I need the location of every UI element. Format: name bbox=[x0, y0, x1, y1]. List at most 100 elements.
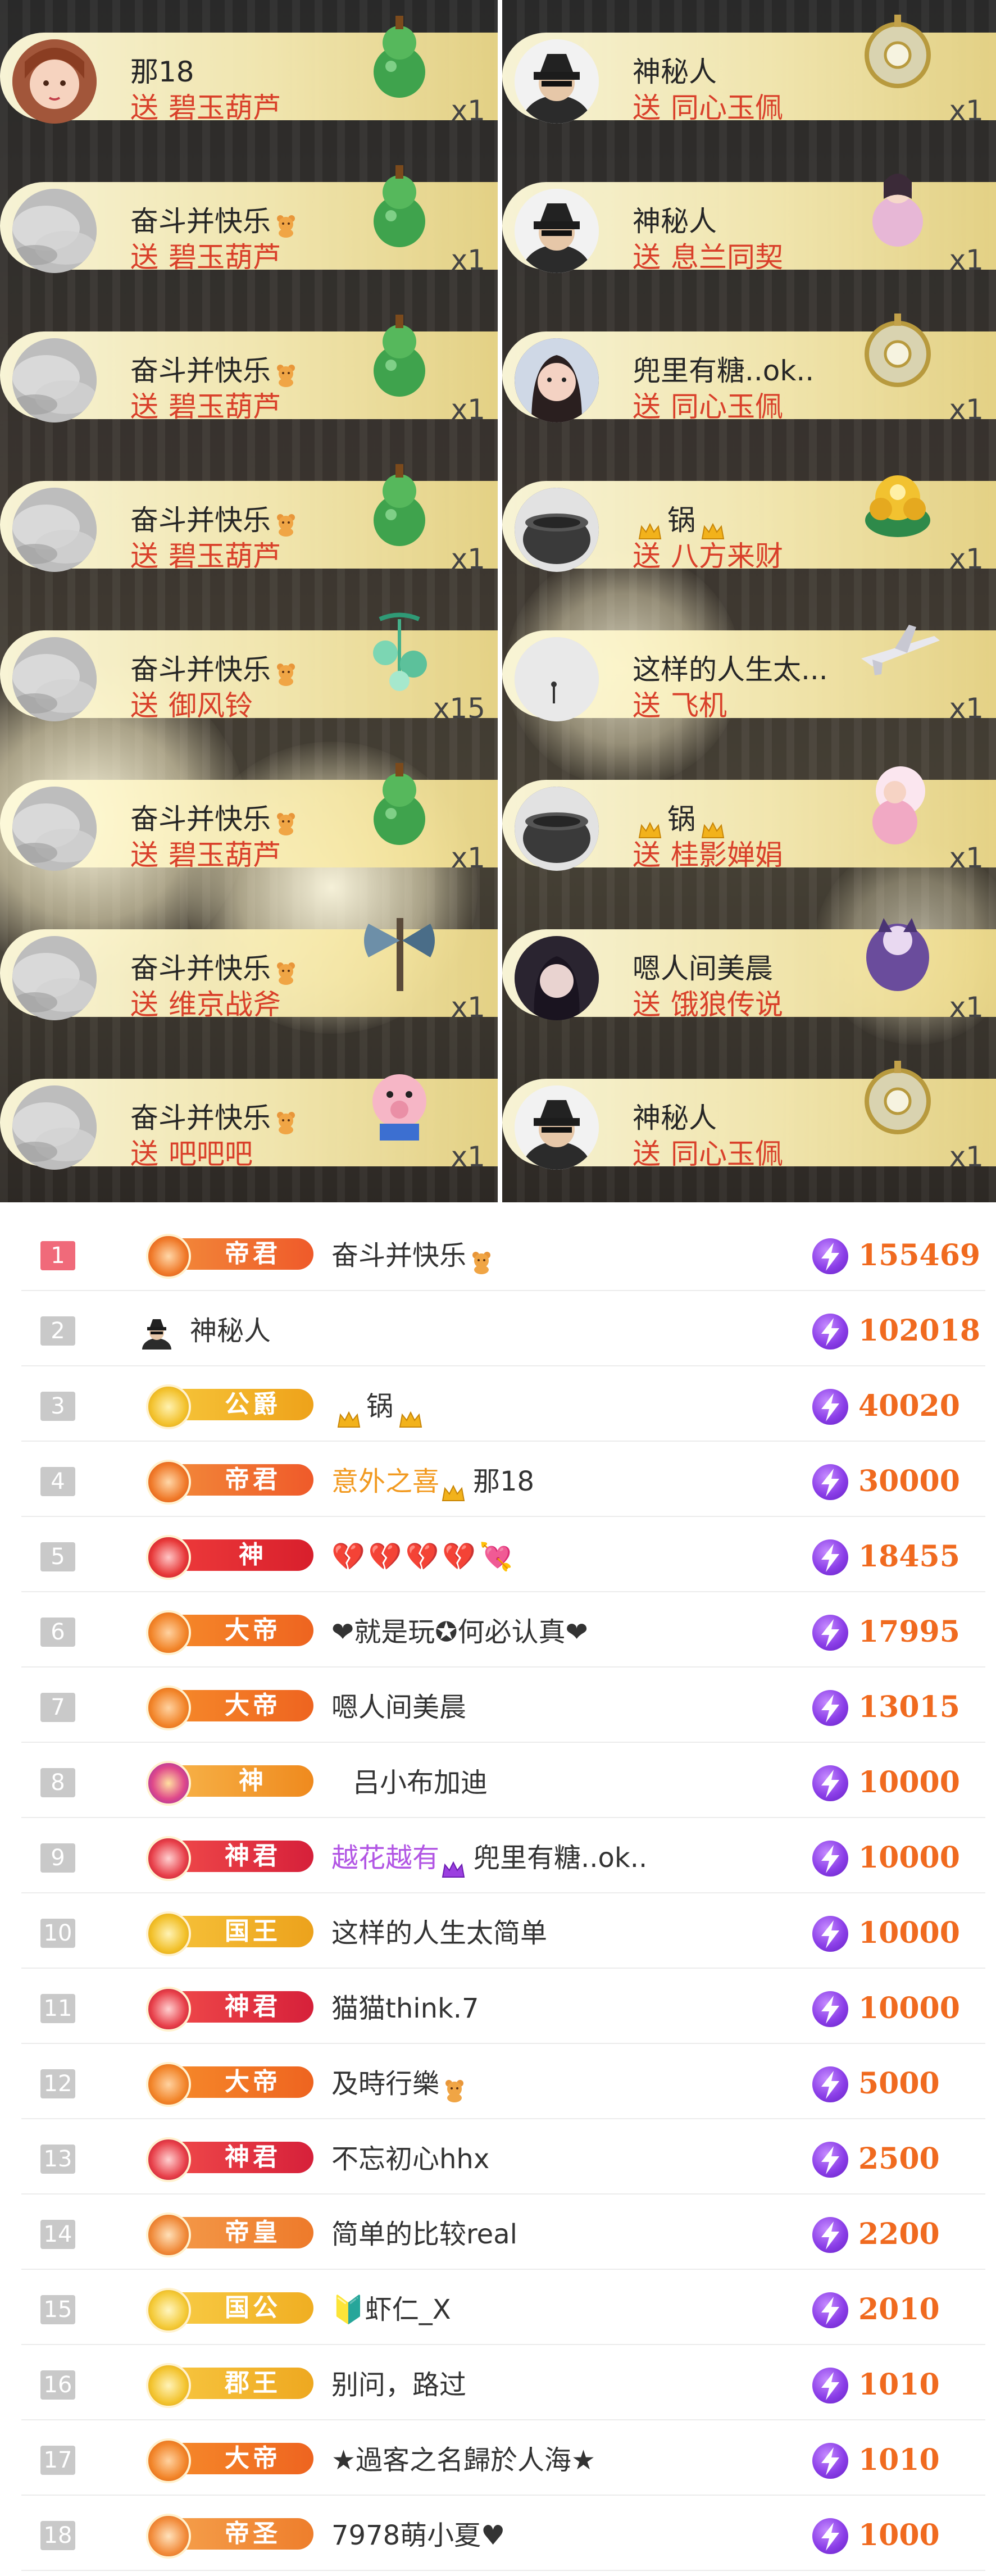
leaderboard-row[interactable]: 4 帝君 意外之喜 那18 30000 bbox=[21, 1441, 985, 1517]
user-name[interactable]: ★過客之名歸於人海★ bbox=[331, 2441, 595, 2480]
gift-count: x1 bbox=[451, 991, 485, 1024]
contribution-score: 2500 bbox=[858, 2142, 940, 2176]
gift-sender-name[interactable]: 兜里有糖..ok.. bbox=[633, 348, 814, 389]
user-name[interactable]: 不忘初心hhx bbox=[331, 2139, 489, 2179]
user-name[interactable]: 🔰虾仁_X bbox=[331, 2290, 451, 2329]
gift-sender-name[interactable]: 嗯人间美晨 bbox=[633, 946, 773, 987]
user-name[interactable]: 这样的人生太简单 bbox=[331, 1914, 547, 1953]
gift-action-line: 送碧玉葫芦 bbox=[130, 534, 281, 574]
user-avatar[interactable] bbox=[12, 39, 97, 124]
crown-icon bbox=[638, 514, 662, 539]
gift-name: 吧吧吧 bbox=[169, 1138, 253, 1170]
user-name[interactable]: 💔💔💔💔💘 bbox=[331, 1537, 516, 1577]
gift-message: 那18 送碧玉葫芦 x1 bbox=[0, 10, 498, 127]
lightning-coin-icon bbox=[812, 1389, 848, 1425]
user-avatar[interactable] bbox=[515, 936, 599, 1020]
user-name[interactable]: 越花越有 兜里有糖..ok.. bbox=[331, 1838, 647, 1878]
gold-treasure-icon bbox=[856, 458, 940, 548]
gift-sender-name[interactable]: 奋斗并快乐 bbox=[130, 647, 297, 688]
contribution-score: 1010 bbox=[858, 2368, 940, 2402]
gift-sender-name[interactable]: 奋斗并快乐 bbox=[130, 1096, 297, 1136]
rank-title-label: 神君 bbox=[225, 2143, 281, 2171]
rank-title-label: 帝君 bbox=[225, 1465, 281, 1494]
medal-icon bbox=[146, 1761, 191, 1806]
leaderboard-row[interactable]: 11 神君 猫猫think.7 10000 bbox=[21, 1968, 985, 2044]
user-name[interactable]: 及時行樂 bbox=[331, 2064, 465, 2103]
lightning-coin-icon bbox=[812, 1464, 848, 1500]
user-avatar[interactable] bbox=[515, 39, 599, 124]
rank-number: 9 bbox=[40, 1843, 75, 1873]
leaderboard-row[interactable]: 1 帝君 奋斗并快乐 155469 bbox=[21, 1215, 985, 1291]
user-avatar[interactable] bbox=[515, 338, 599, 422]
user-name[interactable]: 奋斗并快乐 bbox=[331, 1236, 492, 1275]
gift-action-line: 送飞机 bbox=[633, 683, 727, 724]
gift-sender-name[interactable]: 奋斗并快乐 bbox=[130, 199, 297, 239]
gift-sender-name[interactable]: 锅 bbox=[633, 498, 730, 539]
rank-number: 16 bbox=[40, 2370, 75, 2400]
user-avatar[interactable] bbox=[12, 1085, 97, 1170]
leaderboard-row[interactable]: 18 帝圣 7978萌小夏♥ 1000 bbox=[21, 2495, 985, 2571]
name-prefix-tag: 越花越有 bbox=[331, 1842, 440, 1874]
gift-sender-name-text: 奋斗并快乐 bbox=[130, 803, 271, 835]
rank-number: 3 bbox=[40, 1392, 75, 1421]
user-name[interactable]: 意外之喜 那18 bbox=[331, 1462, 534, 1501]
gift-action-line: 送碧玉葫芦 bbox=[130, 384, 281, 425]
gift-message: 锅送八方来财 x1 bbox=[502, 458, 996, 575]
gift-message: 奋斗并快乐送吧吧吧 x1 bbox=[0, 1056, 498, 1173]
gift-sender-name[interactable]: 神秘人 bbox=[633, 1096, 717, 1136]
leaderboard-row[interactable]: 7 大帝 嗯人间美晨 13015 bbox=[21, 1666, 985, 1743]
user-name[interactable]: 锅 bbox=[331, 1387, 428, 1428]
leaderboard-row[interactable]: 10 国王 这样的人生太简单 10000 bbox=[21, 1892, 985, 1969]
user-avatar[interactable] bbox=[515, 637, 599, 721]
user-name[interactable]: ❤就是玩✪何必认真❤ bbox=[331, 1612, 588, 1652]
gift-sender-name[interactable]: 奋斗并快乐 bbox=[130, 797, 297, 837]
gift-sender-name[interactable]: 神秘人 bbox=[633, 199, 717, 239]
gift-sender-name[interactable]: 那18 bbox=[130, 49, 194, 90]
user-avatar[interactable] bbox=[515, 189, 599, 273]
leaderboard-row[interactable]: 15 国公 🔰虾仁_X 2010 bbox=[21, 2269, 985, 2345]
user-name[interactable]: 神秘人 bbox=[190, 1311, 271, 1351]
gift-sender-name[interactable]: 神秘人 bbox=[633, 49, 717, 90]
gift-sender-name[interactable]: 奋斗并快乐 bbox=[130, 498, 297, 538]
rank-title-label: 帝圣 bbox=[225, 2519, 281, 2548]
leaderboard-row[interactable]: 6 大帝 ❤就是玩✪何必认真❤ 17995 bbox=[21, 1591, 985, 1668]
leaderboard-row[interactable]: 13 神君 不忘初心hhx 2500 bbox=[21, 2118, 985, 2195]
gift-sender-name[interactable]: 这样的人生太... bbox=[633, 647, 828, 688]
leaderboard-row[interactable]: 14 帝皇 简单的比较real 2200 bbox=[21, 2193, 985, 2270]
user-name[interactable]: 7978萌小夏♥ bbox=[331, 2516, 505, 2555]
leaderboard-row[interactable]: 5 神 💔💔💔💔💘 18455 bbox=[21, 1516, 985, 1592]
medal-icon bbox=[146, 2363, 191, 2408]
medal-icon bbox=[146, 2212, 191, 2257]
send-word: 送 bbox=[130, 988, 158, 1021]
bear-badge-icon bbox=[275, 810, 297, 835]
user-avatar[interactable] bbox=[515, 1085, 599, 1170]
send-word: 送 bbox=[633, 988, 661, 1021]
leaderboard-row[interactable]: 12 大帝 及時行樂 5000 bbox=[21, 2043, 985, 2119]
user-name[interactable]: 简单的比较real bbox=[331, 2215, 517, 2254]
leaderboard-row[interactable]: 16 郡王 别问，路过 1010 bbox=[21, 2344, 985, 2420]
user-avatar[interactable] bbox=[515, 488, 599, 572]
user-avatar[interactable] bbox=[515, 787, 599, 871]
gift-sender-name[interactable]: 奋斗并快乐 bbox=[130, 348, 297, 389]
leaderboard-row[interactable]: 9 神君 越花越有 兜里有糖..ok.. 10000 bbox=[21, 1817, 985, 1893]
gift-count: x1 bbox=[949, 94, 984, 127]
leaderboard-row[interactable]: 2 神秘人 102018 bbox=[21, 1290, 985, 1366]
gift-name: 碧玉葫芦 bbox=[169, 839, 281, 871]
user-name[interactable]: 嗯人间美晨 bbox=[331, 1688, 466, 1727]
gift-sender-name[interactable]: 锅 bbox=[633, 797, 730, 838]
contribution-score: 5000 bbox=[858, 2066, 940, 2101]
leaderboard-row[interactable]: 17 大帝 ★過客之名歸於人海★ 1010 bbox=[21, 2419, 985, 2496]
leaderboard-row[interactable]: 8 神 吕小布加迪 10000 bbox=[21, 1742, 985, 1818]
user-name[interactable]: 别问，路过 bbox=[331, 2365, 466, 2405]
gift-sender-name-text: 奋斗并快乐 bbox=[130, 952, 271, 985]
user-avatar[interactable] bbox=[12, 189, 97, 273]
user-name[interactable]: 猫猫think.7 bbox=[331, 1989, 479, 2028]
user-avatar[interactable] bbox=[12, 787, 97, 871]
user-avatar[interactable] bbox=[12, 936, 97, 1020]
user-name[interactable]: 吕小布加迪 bbox=[353, 1763, 488, 1802]
gift-sender-name[interactable]: 奋斗并快乐 bbox=[130, 946, 297, 987]
user-avatar[interactable] bbox=[12, 488, 97, 572]
user-avatar[interactable] bbox=[12, 338, 97, 422]
leaderboard-row[interactable]: 3 公爵 锅 40020 bbox=[21, 1365, 985, 1442]
user-avatar[interactable] bbox=[12, 637, 97, 721]
